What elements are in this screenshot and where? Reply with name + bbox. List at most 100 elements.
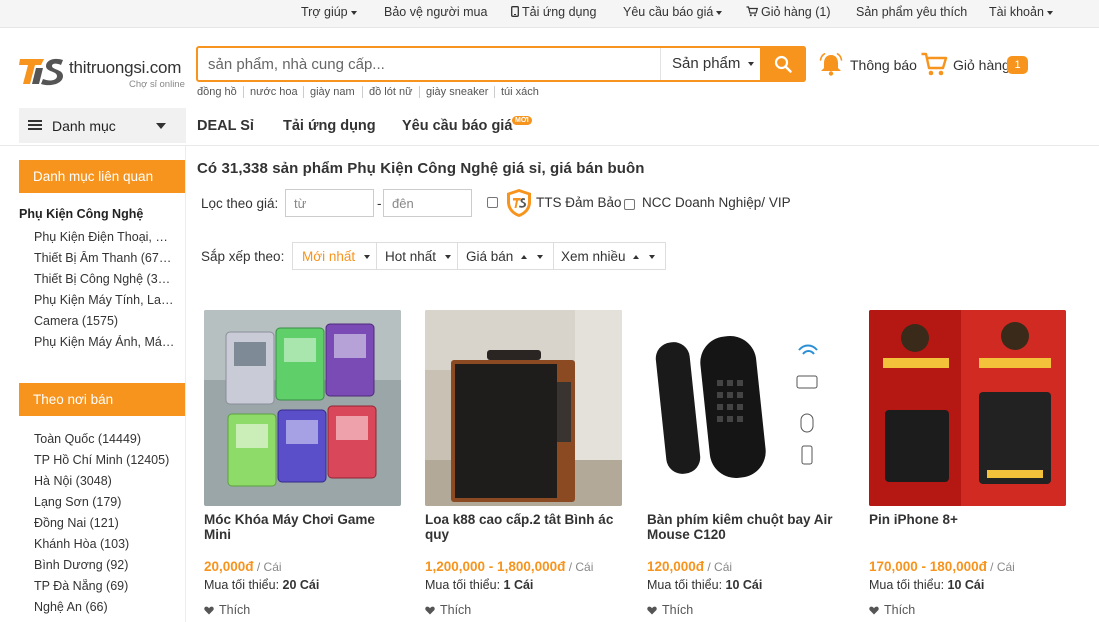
sort-hot[interactable]: Hot nhất (385, 249, 451, 264)
header-divider (0, 145, 1099, 146)
min-order-value: 10 Cái (947, 578, 985, 592)
location-item[interactable]: Nghệ An (66) (34, 600, 176, 614)
search-input[interactable] (208, 54, 648, 74)
location-item[interactable]: TP Hồ Chí Minh (12405) (34, 453, 176, 467)
keyword-link[interactable]: túi xách (501, 86, 539, 98)
favorites-link[interactable]: Sản phẩm yêu thích (856, 5, 967, 19)
location-item[interactable]: Bình Dương (92) (34, 558, 176, 572)
product-image[interactable] (869, 310, 1066, 506)
search-button[interactable] (760, 46, 806, 82)
price-from-input[interactable] (285, 189, 374, 217)
location-item[interactable]: Lạng Sơn (179) (34, 495, 176, 509)
keyword-link[interactable]: giày nam (310, 86, 355, 98)
bell-icon[interactable] (818, 51, 844, 77)
account-link[interactable]: Tài khoản (989, 5, 1053, 19)
category-item[interactable]: Camera (1575) (34, 314, 176, 328)
chevron-down-icon (363, 255, 370, 260)
sort-views[interactable]: Xem nhiều (561, 249, 656, 264)
logo-mark-icon (19, 58, 63, 86)
iphone-battery-image (869, 310, 1066, 506)
chevron-down-icon (156, 123, 166, 129)
price-unit: / Cái (565, 560, 594, 574)
product-image[interactable] (425, 310, 622, 506)
location-item[interactable]: Khánh Hòa (103) (34, 537, 176, 551)
category-item[interactable]: Phụ Kiện Điện Thoại, Máy Tính Bảng (34, 230, 176, 244)
keyword-link[interactable]: giày sneaker (426, 86, 488, 98)
chevron-down-icon (649, 255, 656, 260)
tts-guarantee-checkbox[interactable] (487, 197, 498, 208)
like-button[interactable]: Thích (204, 603, 250, 617)
ncc-vip-checkbox[interactable] (624, 199, 635, 210)
category-item[interactable]: Thiết Bị Âm Thanh (6792) (34, 251, 176, 265)
buyer-protection-link[interactable]: Bảo vệ người mua (384, 5, 487, 19)
keyword-divider (303, 86, 304, 98)
speaker-image (425, 310, 622, 506)
related-categories-title: Danh mục liên quan (19, 160, 186, 193)
min-order: Mua tối thiểu: 1 Cái (425, 578, 533, 592)
keyword-link[interactable]: nước hoa (250, 86, 298, 98)
min-order: Mua tối thiểu: 20 Cái (204, 578, 319, 592)
location-list: Toàn Quốc (14449) TP Hồ Chí Minh (12405)… (19, 416, 186, 622)
search-scope-select[interactable]: Sản phẩm (660, 48, 762, 80)
sort-newest[interactable]: Mới nhất (302, 249, 370, 264)
account-label: Tài khoản (989, 5, 1044, 19)
product-name[interactable]: Móc Khóa Máy Chơi Game Mini (204, 512, 401, 542)
cart-icon[interactable] (920, 51, 948, 77)
related-categories-list: Phụ Kiện Công Nghệ Phụ Kiện Điện Thoại, … (19, 193, 186, 355)
min-order-label: Mua tối thiểu: (425, 578, 504, 592)
location-item[interactable]: Hà Nội (3048) (34, 474, 176, 488)
download-app-label: Tải ứng dụng (522, 5, 597, 19)
location-item[interactable]: TP Đà Nẵng (69) (34, 579, 176, 593)
category-menu-label: Danh mục (52, 118, 116, 134)
category-parent-link[interactable]: Phụ Kiện Công Nghệ (19, 207, 161, 221)
product-name[interactable]: Loa k88 cao cấp.2 tât Bình ác quy (425, 512, 622, 542)
category-item[interactable]: Phụ Kiện Máy Tính, Laptop (34, 293, 176, 307)
price-value: 1,200,000 - 1,800,000đ (425, 559, 566, 574)
like-button[interactable]: Thích (647, 603, 693, 617)
nav-download-app[interactable]: Tải ứng dụng (283, 118, 376, 134)
product-name[interactable]: Pin iPhone 8+ (869, 512, 1066, 527)
price-to-input[interactable] (383, 189, 472, 217)
product-price: 170,000 - 180,000đ / Cái (869, 559, 1015, 574)
location-item[interactable]: Toàn Quốc (14449) (34, 432, 176, 446)
sort-price-label: Giá bán (466, 249, 514, 264)
like-button[interactable]: Thích (869, 603, 915, 617)
category-item[interactable]: Thiết Bị Công Nghệ (3660) (34, 272, 176, 286)
min-order-label: Mua tối thiểu: (204, 578, 283, 592)
logo-name: thitruongsi.com (69, 58, 182, 77)
like-label: Thích (440, 603, 472, 617)
top-bar: Trợ giúp Bảo vệ người mua Tải ứng dụng Y… (0, 0, 1099, 28)
help-link[interactable]: Trợ giúp (301, 5, 357, 19)
price-value: 170,000 - 180,000đ (869, 559, 987, 574)
keyword-link[interactable]: đồng hồ (197, 86, 237, 98)
nav-request-quote[interactable]: Yêu cầu báo giá (402, 118, 512, 134)
download-app-link[interactable]: Tải ứng dụng (511, 5, 596, 19)
sidebar-divider (185, 146, 186, 622)
top-cart-link[interactable]: Giỏ hàng (1) (746, 5, 830, 19)
like-button[interactable]: Thích (425, 603, 471, 617)
keyword-link[interactable]: đồ lót nữ (369, 86, 412, 98)
product-name[interactable]: Bàn phím kiêm chuột bay Air Mouse C120 (647, 512, 844, 542)
site-logo[interactable]: thitruongsi.com Chợ sỉ online (19, 50, 189, 92)
chevron-down-icon (716, 10, 723, 15)
game-keychain-image (204, 310, 401, 506)
phone-icon (511, 6, 519, 17)
sort-options: Mới nhất Hot nhất Giá bán Xem nhiều (292, 242, 666, 270)
cart-link[interactable]: Giỏ hàng (953, 57, 1010, 73)
like-label: Thích (219, 603, 251, 617)
price-range-dash: - (377, 196, 382, 211)
tts-shield-icon (507, 189, 531, 217)
request-quote-link[interactable]: Yêu cầu báo giá (623, 5, 723, 19)
notifications-link[interactable]: Thông báo (850, 57, 917, 73)
product-image[interactable] (204, 310, 401, 506)
product-image[interactable] (647, 310, 844, 506)
cart-count-badge: 1 (1007, 56, 1028, 74)
category-menu-button[interactable]: Danh mục (19, 108, 186, 143)
category-item[interactable]: Phụ Kiện Máy Ảnh, Máy Quay (34, 335, 176, 349)
nav-deal[interactable]: DEAL Sỉ (197, 118, 254, 134)
sort-divider (376, 243, 377, 269)
location-item[interactable]: Đồng Nai (121) (34, 516, 176, 530)
sort-price[interactable]: Giá bán (466, 249, 543, 264)
chevron-down-icon (747, 62, 754, 67)
chevron-down-icon (536, 255, 543, 260)
